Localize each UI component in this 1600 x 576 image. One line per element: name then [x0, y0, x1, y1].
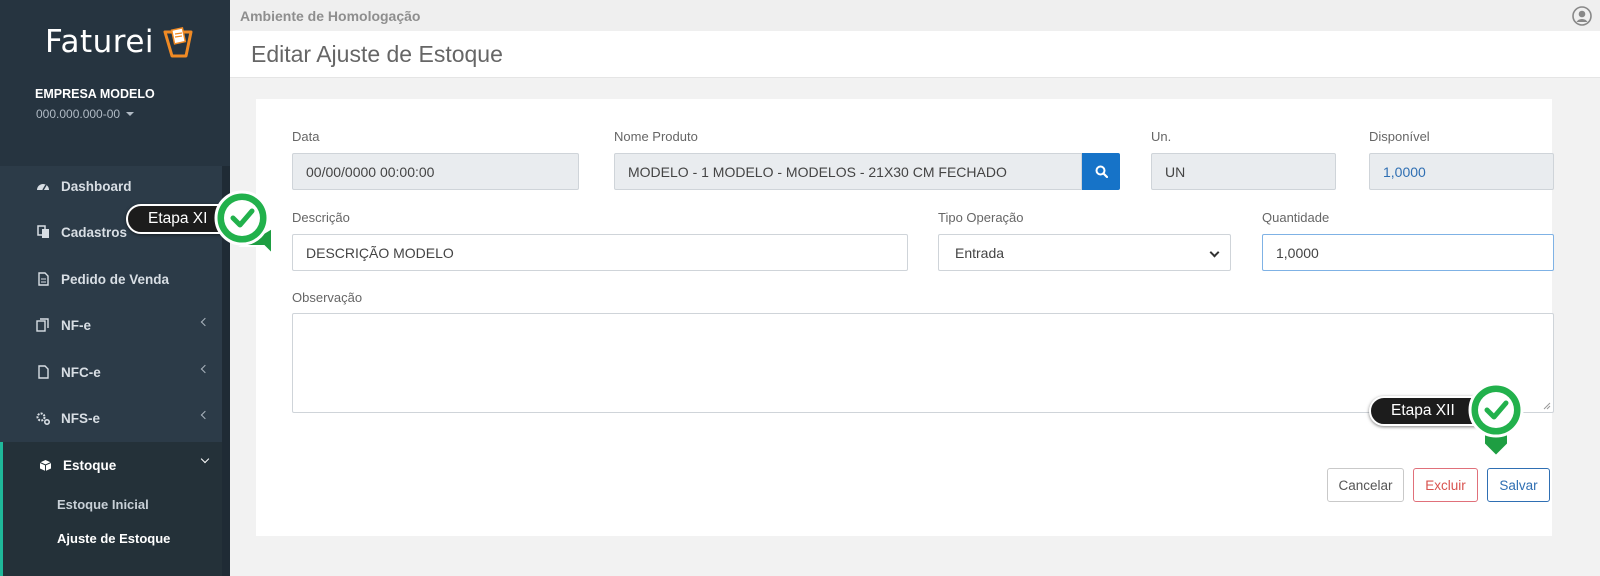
- delete-button[interactable]: Excluir: [1413, 468, 1478, 502]
- submenu-item-ajuste-de-estoque[interactable]: Ajuste de Estoque: [57, 531, 170, 546]
- page-title: Editar Ajuste de Estoque: [251, 41, 503, 67]
- descricao-value: DESCRIÇÃO MODELO: [306, 244, 454, 261]
- chevron-down-icon: [200, 454, 210, 464]
- quantidade-value: 1,0000: [1276, 244, 1319, 261]
- environment-label: Ambiente de Homologação: [240, 8, 421, 24]
- resize-grip-icon[interactable]: [1543, 402, 1551, 410]
- quantidade-input[interactable]: 1,0000: [1262, 234, 1554, 271]
- produto-label: Nome Produto: [614, 129, 698, 144]
- sidebar-item-estoque[interactable]: Estoque: [0, 442, 222, 488]
- observacao-textarea[interactable]: [292, 313, 1554, 413]
- sidebar-item-nfse[interactable]: NFS-e: [0, 395, 222, 441]
- check-badge-icon: [1468, 382, 1524, 458]
- gears-icon: [36, 411, 50, 425]
- un-value: UN: [1165, 163, 1186, 180]
- sidebar-item-label: Dashboard: [61, 178, 132, 194]
- tipo-operacao-label: Tipo Operação: [938, 210, 1024, 225]
- data-field: 00/00/0000 00:00:00: [292, 153, 579, 190]
- disponivel-field: 1,0000: [1369, 153, 1554, 190]
- disponivel-label: Disponível: [1369, 129, 1430, 144]
- un-label: Un.: [1151, 129, 1172, 144]
- submenu-item-estoque-inicial[interactable]: Estoque Inicial: [57, 497, 149, 512]
- company-selector[interactable]: 000.000.000-00: [36, 107, 135, 121]
- app-logo[interactable]: Faturei: [45, 24, 154, 60]
- chevron-left-icon: [200, 410, 210, 420]
- tipo-operacao-select[interactable]: Entrada: [938, 234, 1231, 271]
- copy-icon: [36, 225, 50, 239]
- document-icon: [36, 272, 50, 286]
- files-icon: [36, 318, 50, 332]
- product-search-button[interactable]: [1082, 153, 1120, 190]
- company-name: EMPRESA MODELO: [35, 87, 155, 101]
- sidebar-item-label: NFC-e: [61, 364, 101, 380]
- chevron-down-icon: [1209, 247, 1220, 258]
- observacao-label: Observação: [292, 290, 363, 305]
- search-icon: [1095, 165, 1108, 178]
- logo-mark-icon: [163, 27, 193, 58]
- chevron-left-icon: [200, 364, 210, 374]
- sidebar-item-nfce[interactable]: NFC-e: [0, 349, 222, 395]
- user-icon[interactable]: [1572, 6, 1592, 26]
- tipo-operacao-value: Entrada: [955, 244, 1005, 261]
- disponivel-value: 1,0000: [1383, 163, 1426, 180]
- form-card: Data 00/00/0000 00:00:00 Nome Produto MO…: [256, 99, 1554, 536]
- top-bar: Ambiente de Homologação: [230, 0, 1600, 31]
- produto-value: MODELO - 1 MODELO - MODELOS - 21X30 CM F…: [628, 163, 1007, 180]
- caret-down-icon: [126, 112, 135, 116]
- sidebar-item-label: NF-e: [61, 317, 91, 333]
- data-value: 00/00/0000 00:00:00: [306, 163, 435, 180]
- company-id: 000.000.000-00: [36, 107, 121, 121]
- step-11-label: Etapa XI: [148, 210, 208, 227]
- descricao-label: Descrição: [292, 210, 350, 225]
- sidebar-header: Faturei EMPRESA MODELO 000.000.000-00: [0, 0, 230, 166]
- step-12-label: Etapa XII: [1391, 402, 1455, 419]
- sidebar: Faturei EMPRESA MODELO 000.000.000-00 Da…: [0, 0, 230, 576]
- save-button[interactable]: Salvar: [1487, 468, 1550, 502]
- sidebar-item-nfe[interactable]: NF-e: [0, 302, 222, 348]
- sidebar-item-label: Pedido de Venda: [61, 271, 170, 287]
- produto-field: MODELO - 1 MODELO - MODELOS - 21X30 CM F…: [614, 153, 1082, 190]
- cancel-button[interactable]: Cancelar: [1327, 468, 1404, 502]
- sidebar-item-pedido-de-venda[interactable]: Pedido de Venda: [0, 256, 222, 302]
- sidebar-item-label: NFS-e: [61, 410, 101, 426]
- quantidade-label: Quantidade: [1262, 210, 1330, 225]
- descricao-input[interactable]: DESCRIÇÃO MODELO: [292, 234, 908, 271]
- file-icon: [36, 365, 50, 379]
- check-badge-icon: [214, 190, 273, 257]
- data-label: Data: [292, 129, 320, 144]
- chevron-left-icon: [200, 317, 210, 327]
- sidebar-item-dashboard[interactable]: Dashboard: [0, 163, 222, 209]
- un-field: UN: [1151, 153, 1336, 190]
- page-header: Editar Ajuste de Estoque: [230, 31, 1600, 78]
- sidebar-item-label: Cadastros: [61, 224, 128, 240]
- sidebar-item-label: Estoque: [63, 457, 117, 473]
- dashboard-icon: [36, 179, 50, 193]
- cube-icon: [38, 458, 52, 472]
